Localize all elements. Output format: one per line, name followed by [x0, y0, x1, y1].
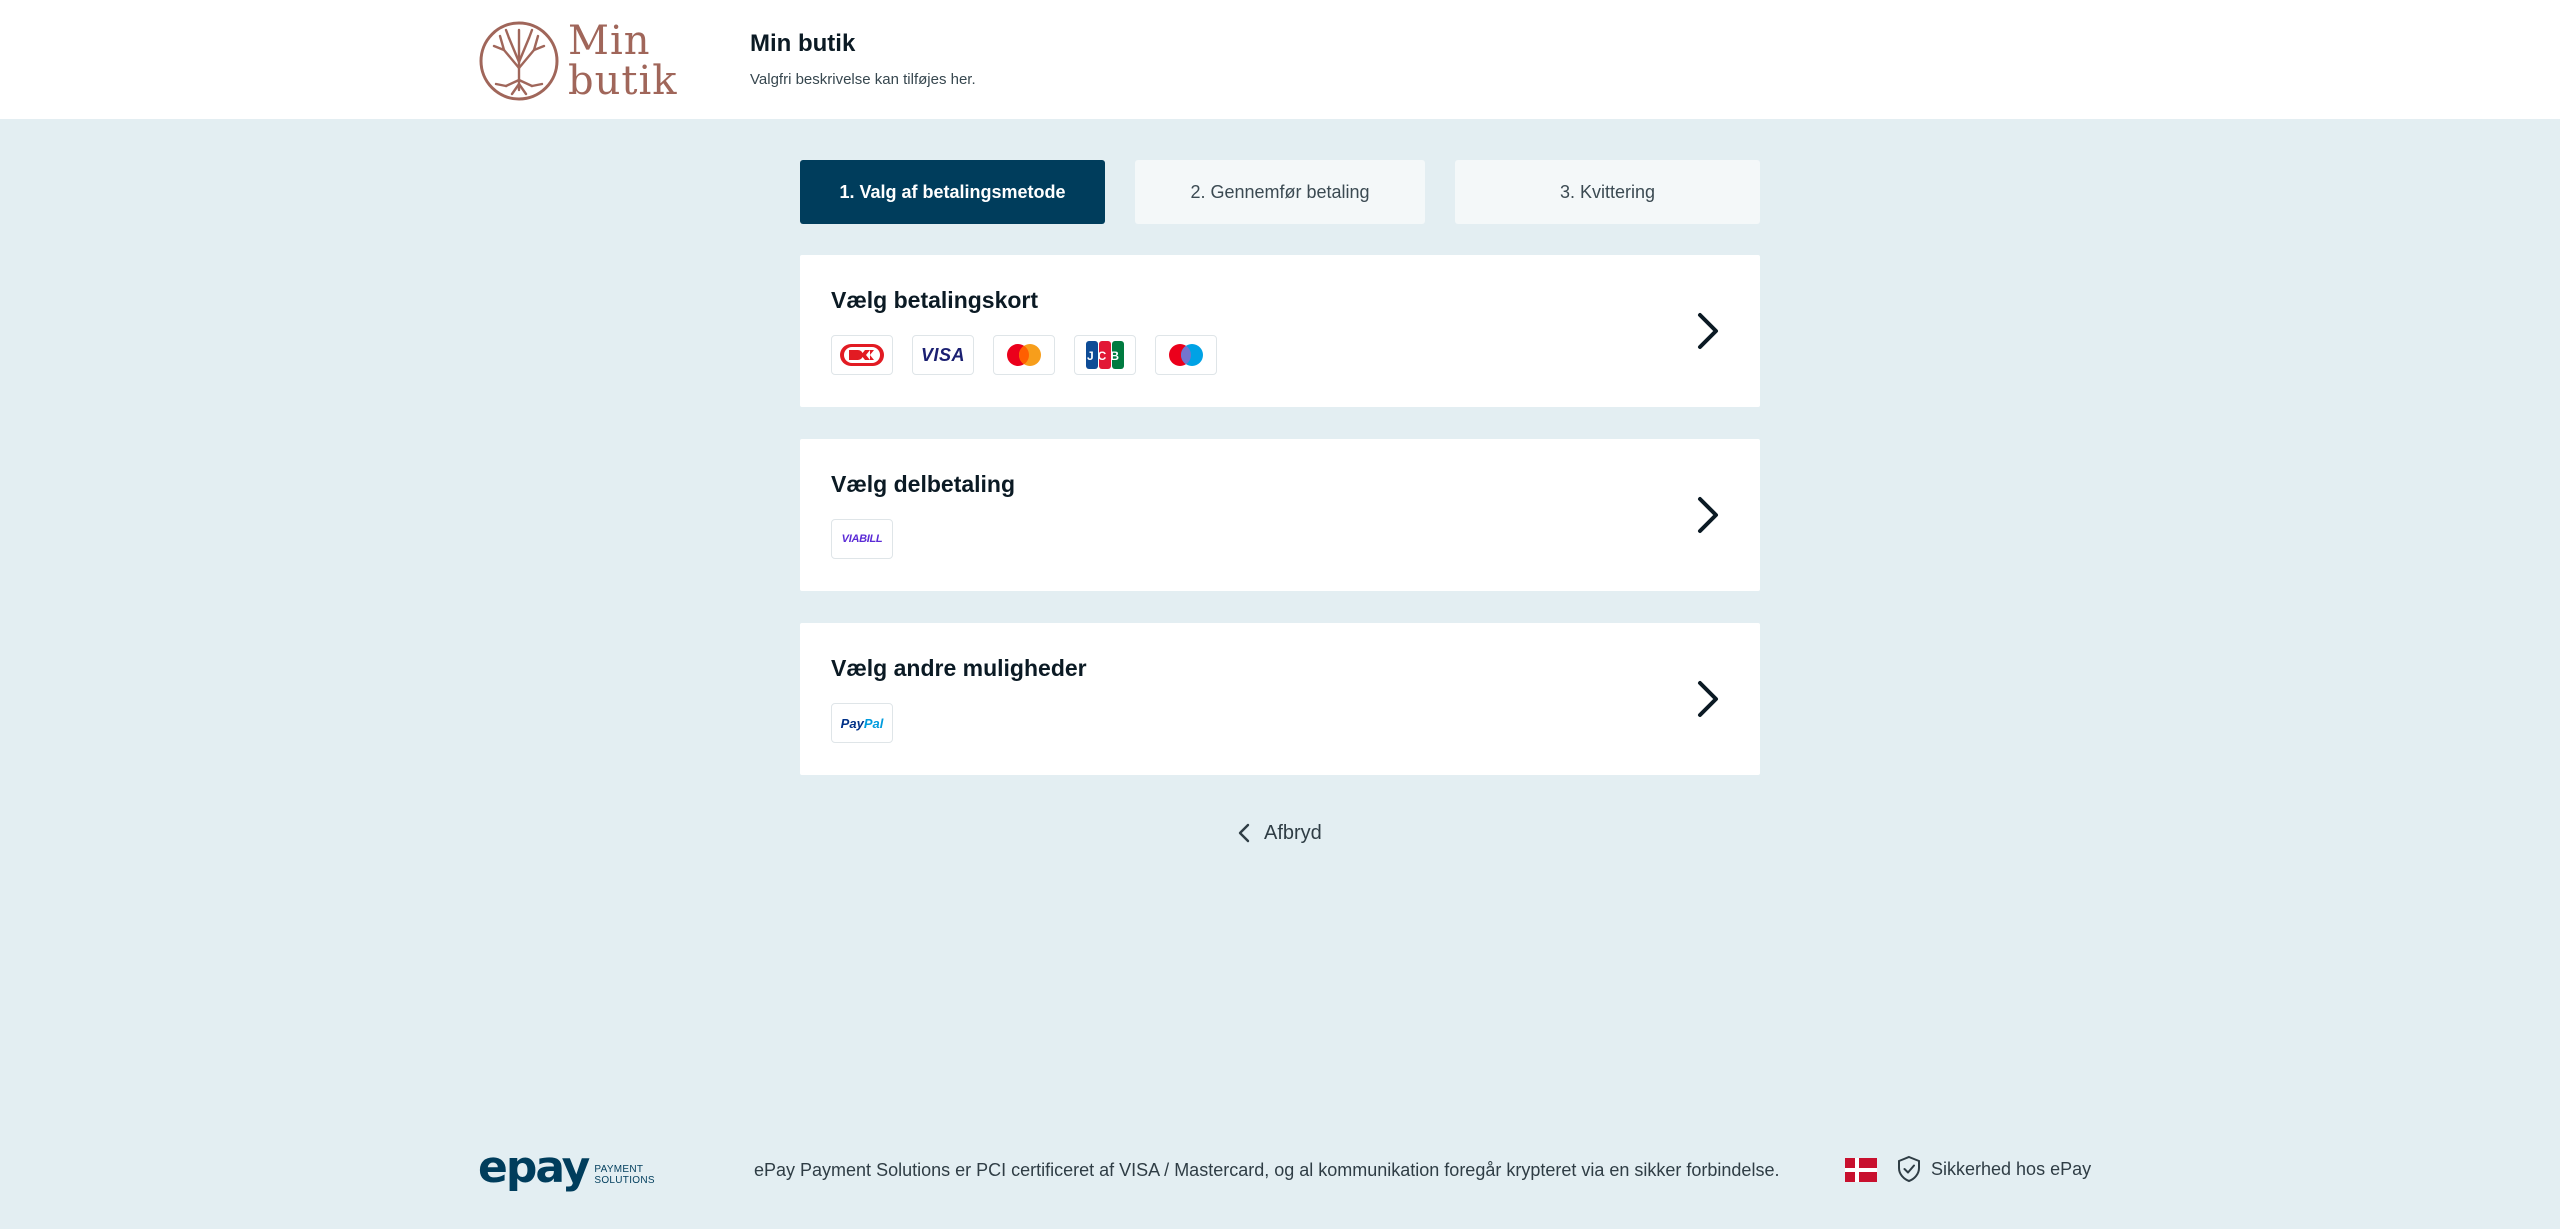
shop-logo: Min butik — [478, 18, 678, 104]
step-receipt: 3. Kvittering — [1455, 160, 1760, 224]
epay-logo: epay PAYMENT SOLUTIONS — [478, 1146, 655, 1190]
shop-description: Valgfri beskrivelse kan tilføjes her. — [750, 71, 976, 88]
installment-option[interactable]: Vælg delbetaling VIABILL — [800, 439, 1760, 591]
maestro-icon — [1155, 335, 1217, 375]
cancel-button[interactable]: Afbryd — [1238, 818, 1322, 848]
step-complete-payment: 2. Gennemfør betaling — [1135, 160, 1425, 224]
security-label: Sikkerhed hos ePay — [1931, 1158, 2092, 1179]
logo-text: Min butik — [568, 21, 677, 101]
visa-icon: VISA — [912, 335, 974, 375]
step-payment-method: 1. Valg af betalingsmetode — [800, 160, 1105, 224]
shield-check-icon — [1898, 1155, 1920, 1183]
header: Min butik Min butik Valgfri beskrivelse … — [0, 0, 2560, 119]
card-logos: PayPal — [831, 703, 893, 743]
jcb-text: JCB — [1087, 349, 1123, 363]
visa-text: VISA — [920, 344, 965, 365]
card-title: Vælg betalingskort — [831, 287, 1039, 313]
viabill-icon: VIABILL — [831, 519, 893, 559]
chevron-right-icon — [1698, 313, 1718, 349]
dankort-icon — [831, 335, 893, 375]
security-link[interactable]: Sikkerhed hos ePay — [1897, 1155, 2091, 1183]
tree-logo-icon — [479, 21, 559, 101]
checkout-steps: 1. Valg af betalingsmetode 2. Gennemfør … — [800, 160, 1760, 224]
jcb-icon: JCB — [1074, 335, 1136, 375]
paypal-text: PayPal — [841, 716, 884, 731]
mastercard-icon — [993, 335, 1055, 375]
viabill-text: VIABILL — [841, 533, 883, 545]
epay-subtitle: PAYMENT SOLUTIONS — [594, 1164, 655, 1186]
card-title: Vælg delbetaling — [831, 471, 1016, 497]
paypal-icon: PayPal — [831, 703, 893, 743]
epay-subtitle-1: PAYMENT — [594, 1164, 644, 1175]
danish-flag-icon[interactable] — [1845, 1158, 1877, 1182]
chevron-right-icon — [1698, 681, 1718, 717]
card-title: Vælg andre muligheder — [831, 655, 1087, 681]
epay-subtitle-2: SOLUTIONS — [594, 1175, 655, 1186]
payment-card-option[interactable]: Vælg betalingskort VISA JCB — [800, 255, 1760, 407]
epay-wordmark: epay — [478, 1142, 590, 1193]
paypal-text-pal: Pal — [863, 715, 884, 731]
shop-title: Min butik — [750, 30, 856, 57]
cancel-label: Afbryd — [1264, 821, 1322, 844]
card-logos: VIABILL — [831, 519, 893, 559]
card-logos: VISA JCB — [831, 335, 1217, 375]
logo-line-1: Min — [568, 18, 651, 64]
chevron-left-icon — [1238, 823, 1250, 843]
logo-line-2: butik — [568, 58, 678, 104]
chevron-right-icon — [1698, 497, 1718, 533]
footer-pci-text: ePay Payment Solutions er PCI certificer… — [754, 1160, 1780, 1180]
other-options[interactable]: Vælg andre muligheder PayPal — [800, 623, 1760, 775]
paypal-text-pay: Pay — [840, 715, 864, 731]
